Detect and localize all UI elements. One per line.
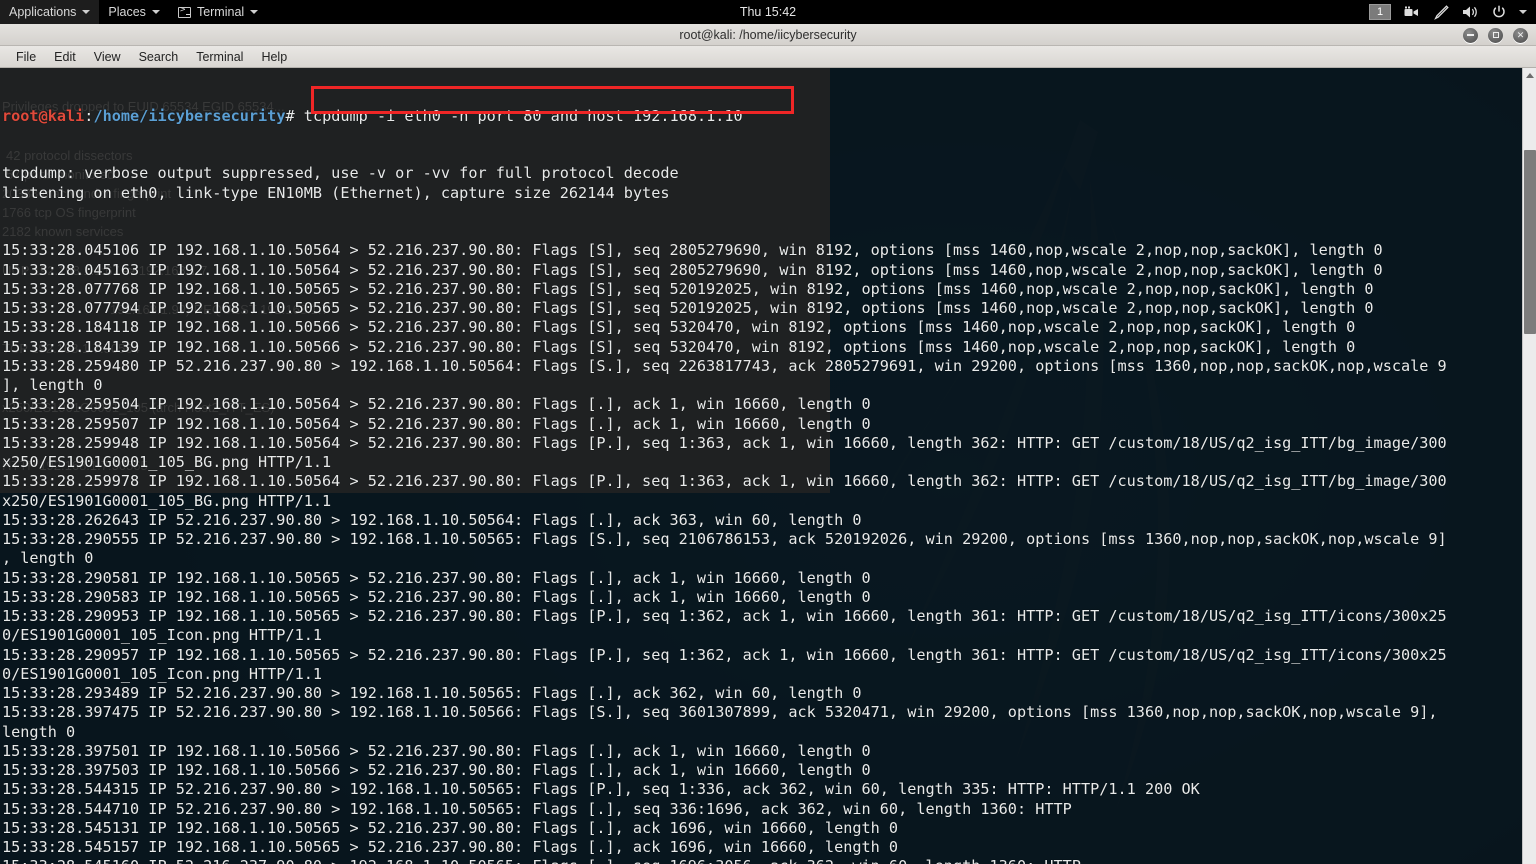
terminal-line: 15:33:28.293489 IP 52.216.237.90.80 > 19… [2,684,862,702]
terminal-line: 15:33:28.184118 IP 192.168.1.10.50566 > … [2,318,1356,337]
terminal-line: 15:33:28.262643 IP 52.216.237.90.80 > 19… [2,510,862,529]
terminal-line: 15:33:28.545157 IP 192.168.1.10.50565 > … [2,838,899,856]
terminal-scrollbar[interactable] [1522,68,1536,864]
close-button[interactable]: ✕ [1513,27,1528,43]
menu-search[interactable]: Search [131,48,187,66]
window-controls: ✕ [1463,24,1528,46]
menu-help[interactable]: Help [253,48,295,66]
terminal-line: ], length 0 [2,376,103,394]
menu-view[interactable]: View [86,48,129,66]
terminal-line: 15:33:28.397503 IP 192.168.1.10.50566 > … [2,761,871,779]
terminal-line: 15:33:28.077794 IP 192.168.1.10.50565 > … [2,299,1374,317]
panel-tray: 1 [1369,4,1536,20]
minimize-button[interactable] [1463,27,1478,43]
terminal-line: x250/ES1901G0001_105_BG.png HTTP/1.1 [2,453,332,471]
terminal-line: 15:33:28.544315 IP 52.216.237.90.80 > 19… [2,780,1200,799]
terminal-line: 15:33:28.290555 IP 52.216.237.90.80 > 19… [2,530,1447,548]
terminal-line: 15:33:28.184139 IP 192.168.1.10.50566 > … [2,337,1356,356]
chevron-down-icon [250,10,259,14]
prompt-user-host: root@kali [2,106,85,125]
brush-icon[interactable] [1433,4,1449,20]
terminal-line: 15:33:28.259480 IP 52.216.237.90.80 > 19… [2,356,1447,375]
prompt-path: /home/iicybersecurity [93,106,286,125]
terminal-line: 0/ES1901G0001_105_Icon.png HTTP/1.1 [2,626,323,645]
terminal-line: 15:33:28.290583 IP 192.168.1.10.50565 > … [2,587,871,606]
terminal-line: x250/ES1901G0001_105_BG.png HTTP/1.1 [2,491,332,510]
panel-menu-places[interactable]: Places [99,0,169,24]
terminal-line: length 0 [2,722,76,741]
panel-menu-terminal[interactable]: Terminal [169,0,267,24]
prompt-line: root@kali:/home/iicybersecurity# tcpdump… [2,107,1534,126]
command-input[interactable]: tcpdump -i eth0 -n port 80 and host 192.… [304,107,743,125]
window-titlebar[interactable]: root@kali: /home/iicybersecurity ✕ [0,24,1536,46]
maximize-button[interactable] [1488,27,1503,43]
terminal-line: 15:33:28.397501 IP 192.168.1.10.50566 > … [2,741,871,760]
terminal-body[interactable]: Privileges dropped to EUID 65534 EGID 65… [0,68,1536,864]
panel-menu-applications[interactable]: Applications [0,0,100,24]
terminal-line: 15:33:28.259948 IP 192.168.1.10.50564 > … [2,433,1447,452]
terminal-line: 15:33:28.545160 IP 52.216.237.90.80 > 19… [2,857,1534,864]
volume-icon[interactable] [1462,5,1479,19]
terminal-line: tcpdump: verbose output suppressed, use … [2,164,679,183]
terminal-line: 15:33:28.259978 IP 192.168.1.10.50564 > … [2,472,1447,491]
scroll-up-arrow-icon[interactable] [1523,68,1536,82]
scrollbar-thumb[interactable] [1524,150,1536,334]
terminal-line: 15:33:28.259504 IP 192.168.1.10.50564 > … [2,395,871,414]
terminal-line: 15:33:28.259507 IP 192.168.1.10.50564 > … [2,414,871,433]
terminal-line: 15:33:28.290953 IP 192.168.1.10.50565 > … [2,607,1447,625]
workspace-indicator[interactable]: 1 [1369,4,1391,20]
chevron-down-icon [82,10,91,14]
terminal-icon [177,5,191,18]
power-icon[interactable] [1492,5,1506,19]
camera-icon[interactable] [1404,6,1420,19]
window-title: root@kali: /home/iicybersecurity [679,27,857,42]
applications-label: Applications [9,5,77,19]
prompt-sigil: # [285,106,295,125]
top-panel: Applications Places Terminal Thu 15:42 1 [0,0,1536,24]
menu-bar: File Edit View Search Terminal Help [0,46,1536,68]
terminal-window: root@kali: /home/iicybersecurity ✕ File … [0,24,1536,864]
terminal-line: 15:33:28.290581 IP 192.168.1.10.50565 > … [2,568,871,587]
terminal-line: 15:33:28.045106 IP 192.168.1.10.50564 > … [2,241,1383,260]
terminal-line: 15:33:28.397475 IP 52.216.237.90.80 > 19… [2,703,1438,722]
terminal-line: 15:33:28.545131 IP 192.168.1.10.50565 > … [2,818,899,837]
menu-file[interactable]: File [8,48,44,66]
terminal-line: 15:33:28.077768 IP 192.168.1.10.50565 > … [2,279,1374,298]
terminal-line: 15:33:28.290957 IP 192.168.1.10.50565 > … [2,645,1447,664]
menu-terminal[interactable]: Terminal [188,48,251,66]
terminal-output: root@kali:/home/iicybersecurity# tcpdump… [0,68,1536,864]
chevron-down-icon [151,10,160,14]
screen: Applications Places Terminal Thu 15:42 1 [0,0,1536,864]
terminal-line: listening on eth0, link-type EN10MB (Eth… [2,183,670,202]
terminal-line: 0/ES1901G0001_105_Icon.png HTTP/1.1 [2,664,323,683]
terminal-line: , length 0 [2,549,94,568]
terminal-label: Terminal [196,5,245,19]
places-label: Places [108,5,146,19]
menu-edit[interactable]: Edit [46,48,84,66]
packet-log: tcpdump: verbose output suppressed, use … [2,164,1534,864]
terminal-line: 15:33:28.544710 IP 52.216.237.90.80 > 19… [2,799,1072,818]
chevron-down-icon[interactable] [1519,10,1527,14]
terminal-line: 15:33:28.045163 IP 192.168.1.10.50564 > … [2,260,1383,279]
